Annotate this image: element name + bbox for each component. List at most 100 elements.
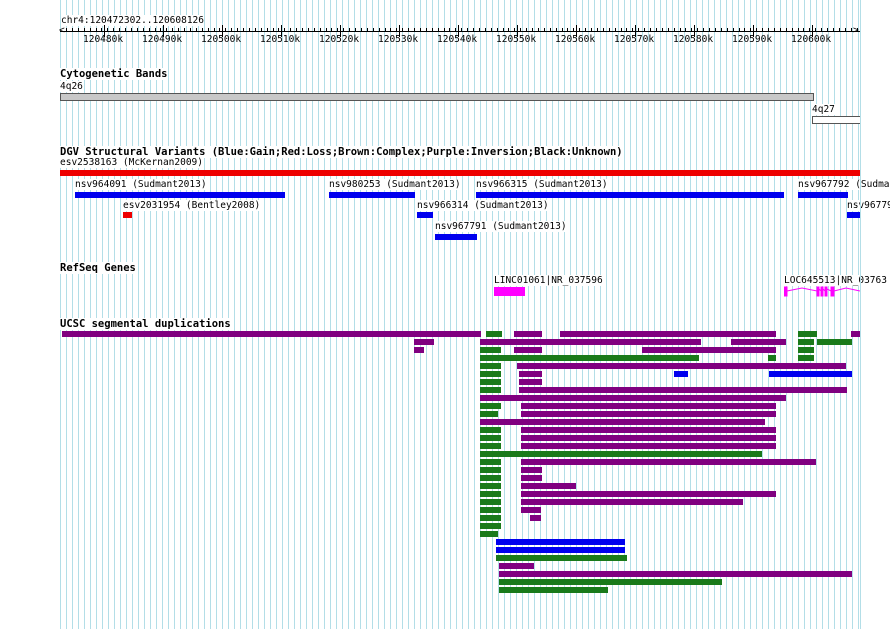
variant-gain-bar[interactable] [798,192,848,198]
segdup-feature[interactable] [521,443,776,449]
track-title[interactable]: UCSC segmental duplications [60,318,231,330]
segdup-feature[interactable] [674,371,688,377]
segdup-feature[interactable] [530,515,541,521]
segdup-feature[interactable] [62,331,481,337]
segdup-feature[interactable] [521,403,776,409]
variant-gain-bar[interactable] [476,192,784,198]
segdup-feature[interactable] [480,427,501,433]
segdup-feature[interactable] [496,539,625,545]
segdup-feature[interactable] [769,371,852,377]
gene-loc645513[interactable] [784,285,860,297]
segdup-feature[interactable] [798,331,817,337]
segdup-feature[interactable] [480,531,498,537]
segdup-feature[interactable] [480,355,501,361]
variant-gain-bar[interactable] [847,212,860,218]
segdup-feature[interactable] [480,339,701,345]
segdup-feature[interactable] [496,547,625,553]
ruler-tick-label: 120520k [319,34,360,45]
ruler-minor-tick [426,28,427,31]
segdup-feature[interactable] [499,571,852,577]
ruler-minor-tick [750,28,751,31]
ruler-tick-label: 120560k [555,34,596,45]
ruler-minor-tick [632,28,633,31]
segdup-feature[interactable] [519,379,542,385]
segdup-feature[interactable] [414,339,434,345]
segdup-feature[interactable] [519,371,542,377]
variant-gain-bar[interactable] [417,212,433,218]
segdup-feature[interactable] [496,555,627,561]
segdup-feature[interactable] [517,363,846,369]
segdup-feature[interactable] [798,355,814,361]
segdup-feature[interactable] [480,467,501,473]
segdup-feature[interactable] [642,347,776,353]
track-title[interactable]: RefSeq Genes [60,262,136,274]
segdup-feature[interactable] [521,475,542,481]
segdup-feature[interactable] [480,499,501,505]
segdup-feature[interactable] [480,515,501,521]
segdup-feature[interactable] [480,507,501,513]
segdup-feature[interactable] [480,459,501,465]
segdup-feature[interactable] [414,347,424,353]
segdup-feature[interactable] [480,523,501,529]
segdup-feature[interactable] [798,339,814,345]
ruler-minor-tick [101,28,102,31]
segdup-feature[interactable] [480,347,501,353]
segdup-feature[interactable] [499,587,608,593]
band-4q26[interactable] [60,93,814,101]
variant-loss-bar[interactable] [123,212,132,218]
segdup-feature[interactable] [521,483,576,489]
variant-loss-bar[interactable] [60,170,860,176]
segdup-feature[interactable] [480,443,501,449]
ruler-minor-tick [733,28,734,31]
segdup-feature[interactable] [480,371,501,377]
segdup-feature[interactable] [480,363,501,369]
track-title[interactable]: Cytogenetic Bands [60,68,168,80]
segdup-feature[interactable] [521,507,541,513]
segdup-feature[interactable] [480,379,501,385]
band-4q27[interactable] [812,116,861,124]
segdup-feature[interactable] [817,339,852,345]
segdup-feature[interactable] [514,331,542,337]
segdup-feature[interactable] [521,467,542,473]
ruler-minor-tick [626,28,627,31]
segdup-feature[interactable] [480,435,501,441]
segdup-feature[interactable] [521,435,776,441]
segdup-feature[interactable] [521,427,776,433]
genome-browser-image[interactable]: chr4:120472302..120608126 < > 120480k 120… [0,0,890,629]
segdup-feature[interactable] [480,475,501,481]
segdup-feature[interactable] [560,331,776,337]
segdup-feature[interactable] [514,347,542,353]
variant-gain-bar[interactable] [329,192,415,198]
variant-gain-bar[interactable] [435,234,477,240]
variant-gain-bar[interactable] [75,192,285,198]
segdup-feature[interactable] [480,395,786,401]
segdup-feature[interactable] [501,355,699,361]
segdup-feature[interactable] [521,459,816,465]
segdup-feature[interactable] [480,419,765,425]
ruler-minor-tick [355,28,356,31]
segdup-feature[interactable] [480,387,501,393]
segdup-feature[interactable] [798,347,814,353]
segdup-feature[interactable] [480,451,762,457]
segdup-feature[interactable] [521,411,776,417]
segdup-feature[interactable] [521,491,776,497]
segdup-feature[interactable] [480,491,501,497]
ruler-minor-tick [66,28,67,31]
segdup-feature[interactable] [480,483,501,489]
ruler-minor-tick [314,28,315,31]
ruler-minor-tick [821,28,822,31]
segdup-feature[interactable] [486,331,502,337]
segdup-feature[interactable] [731,339,786,345]
variant-label: nsv967792 (Sudma [798,179,890,190]
segdup-feature[interactable] [519,387,847,393]
ruler-minor-tick [172,28,173,31]
segdup-feature[interactable] [521,499,743,505]
segdup-feature[interactable] [499,563,534,569]
segdup-feature[interactable] [480,411,498,417]
ruler-minor-tick [727,28,728,31]
segdup-feature[interactable] [499,579,722,585]
segdup-feature[interactable] [480,403,501,409]
gene-linc01061[interactable] [494,287,525,296]
segdup-feature[interactable] [768,355,776,361]
ruler-minor-tick [573,28,574,31]
